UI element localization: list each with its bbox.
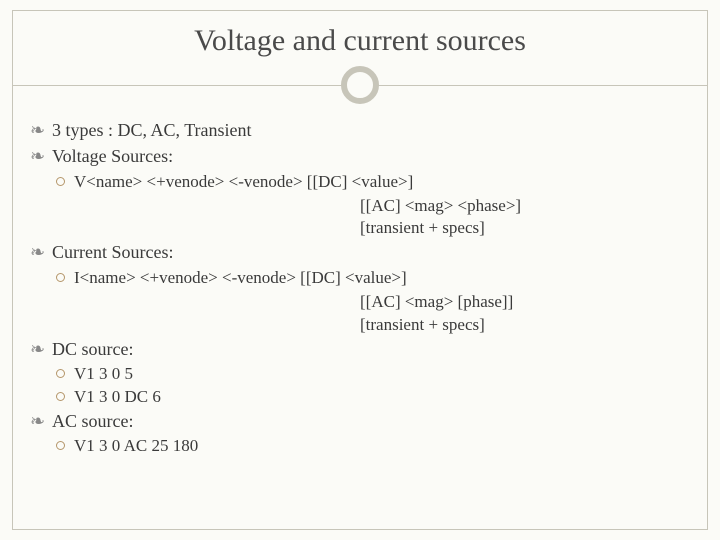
ac-heading-text: AC source: <box>52 411 133 431</box>
circle-bullet-icon <box>56 363 74 386</box>
voltage-heading-text: Voltage Sources: <box>52 146 173 166</box>
slide-title: Voltage and current sources <box>0 24 720 58</box>
hand-bullet-icon: ❧ <box>30 118 52 142</box>
current-syntax-line: I<name> <+venode> <-venode> [[DC] <value… <box>56 267 690 290</box>
bullet-dc-heading: ❧DC source: <box>30 337 690 361</box>
bullet-voltage-heading: ❧Voltage Sources: <box>30 144 690 168</box>
circle-bullet-icon <box>56 386 74 409</box>
ac-ex1-text: V1 3 0 AC 25 180 <box>74 436 198 455</box>
voltage-syntax-a: V<name> <+venode> <-venode> [[DC] <value… <box>74 172 413 191</box>
bullet-types: ❧3 types : DC, AC, Transient <box>30 118 690 142</box>
dc-ex1-text: V1 3 0 5 <box>74 364 133 383</box>
bullet-types-text: 3 types : DC, AC, Transient <box>52 120 252 140</box>
current-syntax-c: [transient + specs] <box>360 314 690 337</box>
dc-ex2-text: V1 3 0 DC 6 <box>74 387 161 406</box>
bullet-ac-heading: ❧AC source: <box>30 409 690 433</box>
bullet-current-heading: ❧Current Sources: <box>30 240 690 264</box>
dc-heading-text: DC source: <box>52 339 133 359</box>
current-heading-text: Current Sources: <box>52 242 173 262</box>
hand-bullet-icon: ❧ <box>30 144 52 168</box>
title-ring-icon <box>341 66 379 104</box>
voltage-syntax-b: [[AC] <mag> <phase>] <box>360 195 690 218</box>
circle-bullet-icon <box>56 267 74 290</box>
dc-example-1: V1 3 0 5 <box>56 363 690 386</box>
slide: Voltage and current sources ❧3 types : D… <box>0 0 720 540</box>
ac-example-1: V1 3 0 AC 25 180 <box>56 435 690 458</box>
current-syntax-a: I<name> <+venode> <-venode> [[DC] <value… <box>74 268 407 287</box>
hand-bullet-icon: ❧ <box>30 337 52 361</box>
voltage-syntax-line: V<name> <+venode> <-venode> [[DC] <value… <box>56 171 690 194</box>
current-syntax-b: [[AC] <mag> [phase]] <box>360 291 690 314</box>
slide-content: ❧3 types : DC, AC, Transient ❧Voltage So… <box>30 118 690 458</box>
hand-bullet-icon: ❧ <box>30 240 52 264</box>
hand-bullet-icon: ❧ <box>30 409 52 433</box>
circle-bullet-icon <box>56 435 74 458</box>
circle-bullet-icon <box>56 171 74 194</box>
voltage-syntax-c: [transient + specs] <box>360 217 690 240</box>
dc-example-2: V1 3 0 DC 6 <box>56 386 690 409</box>
